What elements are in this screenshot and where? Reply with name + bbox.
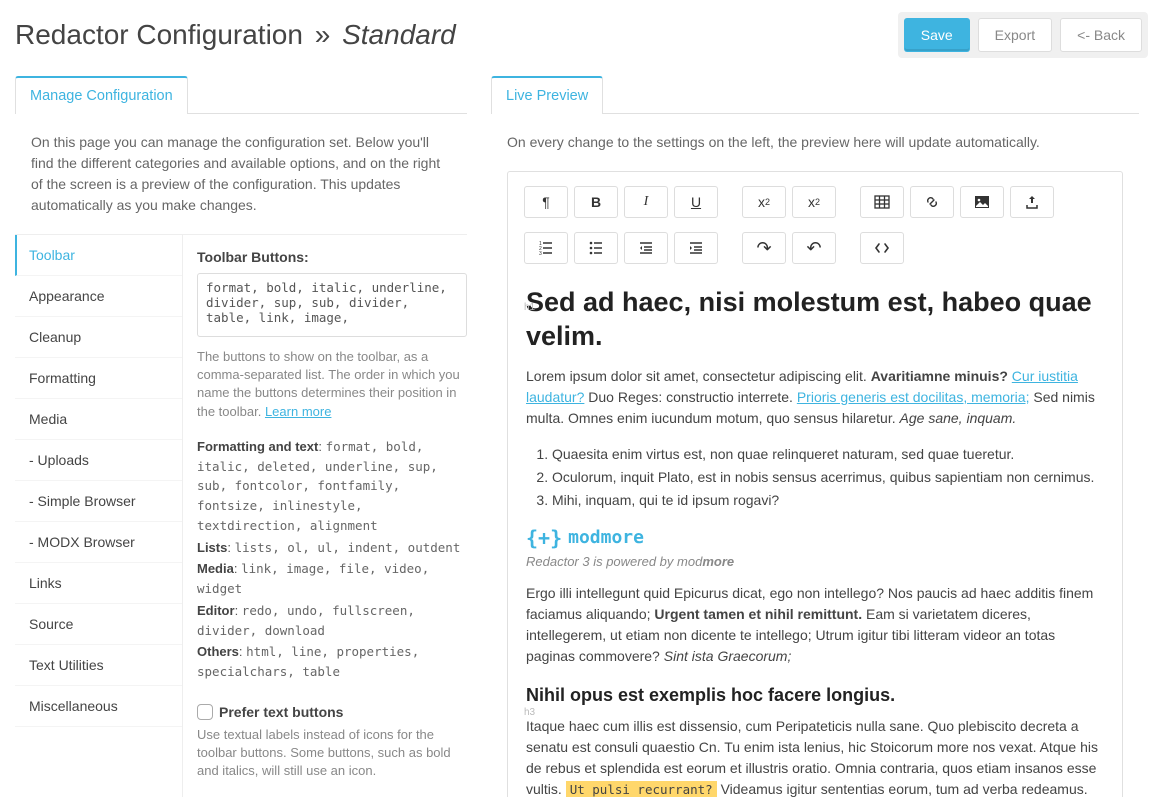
table-icon xyxy=(874,194,890,210)
bold-button[interactable]: B xyxy=(574,186,618,218)
editor-content[interactable]: h1 Sed ad haec, nisi molestum est, habeo… xyxy=(508,278,1122,797)
indent-icon xyxy=(688,240,704,256)
right-intro-text: On every change to the settings on the l… xyxy=(491,114,1139,171)
title-prefix: Redactor Configuration xyxy=(15,19,303,50)
title-suffix: Standard xyxy=(342,19,456,50)
sidebar-item-media[interactable]: Media xyxy=(15,399,182,440)
sidebar-item-links[interactable]: Links xyxy=(15,563,182,604)
preview-link-2[interactable]: Prioris generis est docilitas, memoria; xyxy=(797,389,1030,405)
tab-manage-configuration[interactable]: Manage Configuration xyxy=(15,76,188,114)
h1-tag-label: h1 xyxy=(524,302,535,313)
code-icon xyxy=(874,240,890,256)
back-button[interactable]: <- Back xyxy=(1060,18,1142,52)
image-icon xyxy=(974,194,990,210)
tab-live-preview[interactable]: Live Preview xyxy=(491,76,603,114)
sidebar-item-formatting[interactable]: Formatting xyxy=(15,358,182,399)
preview-paragraph-3: Itaque haec cum illis est dissensio, cum… xyxy=(526,716,1104,797)
preview-ordered-list: Quaesita enim virtus est, non quae relin… xyxy=(552,443,1104,512)
svg-text:3: 3 xyxy=(539,251,542,256)
prefer-text-label: Prefer text buttons xyxy=(219,704,343,720)
sidebar-item-text-utilities[interactable]: Text Utilities xyxy=(15,645,182,686)
sidebar-item-simple-browser[interactable]: - Simple Browser xyxy=(15,481,182,522)
page-title: Redactor Configuration » Standard xyxy=(15,19,456,51)
modmore-logo: {+} modmore xyxy=(526,526,1104,550)
toolbar-buttons-input[interactable]: format, bold, italic, underline, divider… xyxy=(197,273,467,337)
left-intro-text: On this page you can manage the configur… xyxy=(15,114,467,234)
list-item: Oculorum, inquit Plato, est in nobis sen… xyxy=(552,466,1104,489)
table-button[interactable] xyxy=(860,186,904,218)
learn-more-link[interactable]: Learn more xyxy=(265,404,331,419)
header-buttons: Save Export <- Back xyxy=(898,12,1148,58)
toolbar-buttons-help: The buttons to show on the toolbar, as a… xyxy=(197,348,467,421)
unordered-list-button[interactable] xyxy=(574,232,618,264)
ordered-list-button[interactable]: 123 xyxy=(524,232,568,264)
list-item: Mihi, inquam, qui te id ipsum rogavi? xyxy=(552,489,1104,512)
title-separator: » xyxy=(315,19,331,50)
preview-editor: ¶ B I U x2 x2 xyxy=(507,171,1123,797)
sidebar-item-miscellaneous[interactable]: Miscellaneous xyxy=(15,686,182,727)
upload-icon xyxy=(1024,194,1040,210)
preview-heading-1: Sed ad haec, nisi molestum est, habeo qu… xyxy=(526,286,1104,354)
preview-paragraph-1: Lorem ipsum dolor sit amet, consectetur … xyxy=(526,366,1104,429)
redo-button[interactable]: ↷ xyxy=(742,232,786,264)
category-sidebar: Toolbar Appearance Cleanup Formatting Me… xyxy=(15,235,183,797)
left-tabs: Manage Configuration xyxy=(15,76,467,114)
image-button[interactable] xyxy=(960,186,1004,218)
save-button[interactable]: Save xyxy=(904,18,970,52)
list-item: Quaesita enim virtus est, non quae relin… xyxy=(552,443,1104,466)
link-icon xyxy=(924,194,940,210)
h3-tag-label: h3 xyxy=(524,707,535,718)
subscript-button[interactable]: x2 xyxy=(792,186,836,218)
prefer-text-help: Use textual labels instead of icons for … xyxy=(197,726,467,781)
toolbar-buttons-label: Toolbar Buttons: xyxy=(197,249,467,265)
indent-button[interactable] xyxy=(674,232,718,264)
superscript-button[interactable]: x2 xyxy=(742,186,786,218)
editor-toolbar: ¶ B I U x2 x2 xyxy=(508,172,1122,278)
link-button[interactable] xyxy=(910,186,954,218)
ul-icon xyxy=(588,240,604,256)
italic-button[interactable]: I xyxy=(624,186,668,218)
format-button[interactable]: ¶ xyxy=(524,186,568,218)
outdent-button[interactable] xyxy=(624,232,668,264)
available-buttons-listing: Formatting and text: format, bold, itali… xyxy=(197,437,467,682)
logo-caption: Redactor 3 is powered by modmore xyxy=(526,554,1104,569)
outdent-icon xyxy=(638,240,654,256)
prefer-text-checkbox-row[interactable]: Prefer text buttons xyxy=(197,704,467,720)
undo-button[interactable]: ↶ xyxy=(792,232,836,264)
html-button[interactable] xyxy=(860,232,904,264)
preview-paragraph-2: Ergo illi intellegunt quid Epicurus dica… xyxy=(526,583,1104,667)
underline-button[interactable]: U xyxy=(674,186,718,218)
sidebar-item-cleanup[interactable]: Cleanup xyxy=(15,317,182,358)
preview-heading-3: Nihil opus est exemplis hoc facere longi… xyxy=(526,685,1104,706)
sidebar-item-appearance[interactable]: Appearance xyxy=(15,276,182,317)
export-button[interactable]: Export xyxy=(978,18,1052,52)
upload-button[interactable] xyxy=(1010,186,1054,218)
sidebar-item-toolbar[interactable]: Toolbar xyxy=(15,235,182,276)
right-tabs: Live Preview xyxy=(491,76,1139,114)
ol-icon: 123 xyxy=(538,240,554,256)
sidebar-item-uploads[interactable]: - Uploads xyxy=(15,440,182,481)
sidebar-item-modx-browser[interactable]: - MODX Browser xyxy=(15,522,182,563)
sidebar-item-source[interactable]: Source xyxy=(15,604,182,645)
prefer-text-checkbox[interactable] xyxy=(197,704,213,720)
